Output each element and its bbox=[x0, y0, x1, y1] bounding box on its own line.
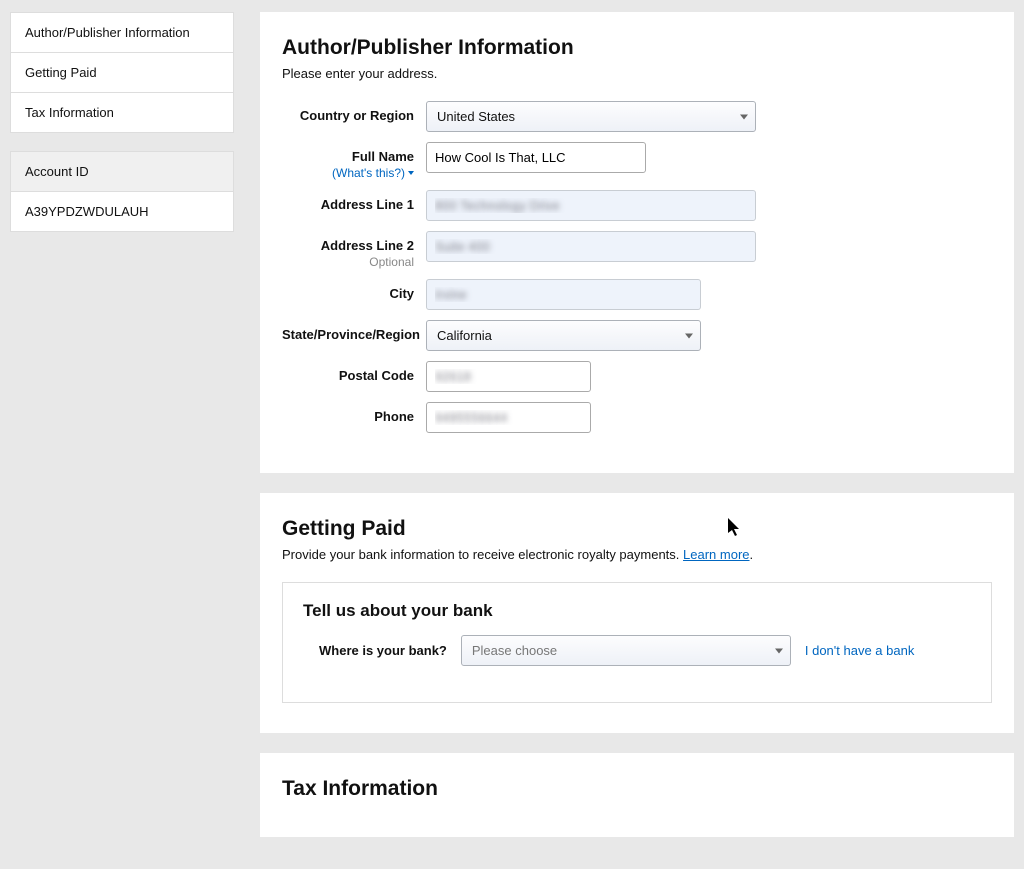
phone-input[interactable] bbox=[426, 402, 591, 433]
address2-input[interactable] bbox=[426, 231, 756, 262]
full-name-input[interactable] bbox=[426, 142, 646, 173]
postal-input[interactable] bbox=[426, 361, 591, 392]
author-title: Author/Publisher Information bbox=[282, 36, 992, 60]
country-select[interactable]: United States bbox=[426, 101, 756, 132]
author-publisher-card: Author/Publisher Information Please ente… bbox=[260, 12, 1014, 473]
account-id-value: A39YPDZWDULAUH bbox=[11, 192, 233, 231]
label-addr2: Address Line 2 Optional bbox=[282, 231, 426, 269]
bank-box-title: Tell us about your bank bbox=[303, 601, 971, 621]
chevron-down-icon bbox=[408, 171, 414, 175]
bank-location-select[interactable]: Please choose bbox=[461, 635, 791, 666]
nav-item-getting-paid[interactable]: Getting Paid bbox=[11, 53, 233, 93]
label-phone: Phone bbox=[282, 402, 426, 424]
nav-item-author[interactable]: Author/Publisher Information bbox=[11, 13, 233, 53]
getting-paid-card: Getting Paid Provide your bank informati… bbox=[260, 493, 1014, 733]
label-city: City bbox=[282, 279, 426, 301]
state-select[interactable]: California bbox=[426, 320, 701, 351]
getting-paid-title: Getting Paid bbox=[282, 517, 992, 541]
account-id-header: Account ID bbox=[11, 152, 233, 192]
author-sub: Please enter your address. bbox=[282, 66, 992, 81]
bank-box: Tell us about your bank Where is your ba… bbox=[282, 582, 992, 703]
city-input[interactable] bbox=[426, 279, 701, 310]
label-addr1: Address Line 1 bbox=[282, 190, 426, 212]
account-panel: Account ID A39YPDZWDULAUH bbox=[10, 151, 234, 232]
label-full-name: Full Name (What's this?) bbox=[282, 142, 426, 180]
label-postal: Postal Code bbox=[282, 361, 426, 383]
learn-more-link[interactable]: Learn more bbox=[683, 547, 749, 562]
label-country: Country or Region bbox=[282, 101, 426, 123]
tax-info-card: Tax Information bbox=[260, 753, 1014, 837]
sidebar-nav: Author/Publisher Information Getting Pai… bbox=[10, 12, 234, 133]
tax-title: Tax Information bbox=[282, 777, 992, 801]
label-state: State/Province/Region bbox=[282, 320, 426, 342]
address1-input[interactable] bbox=[426, 190, 756, 221]
getting-paid-sub: Provide your bank information to receive… bbox=[282, 547, 992, 562]
where-bank-label: Where is your bank? bbox=[303, 643, 447, 658]
nav-item-tax[interactable]: Tax Information bbox=[11, 93, 233, 132]
whats-this-link[interactable]: (What's this?) bbox=[332, 166, 414, 180]
no-bank-link[interactable]: I don't have a bank bbox=[805, 643, 914, 658]
